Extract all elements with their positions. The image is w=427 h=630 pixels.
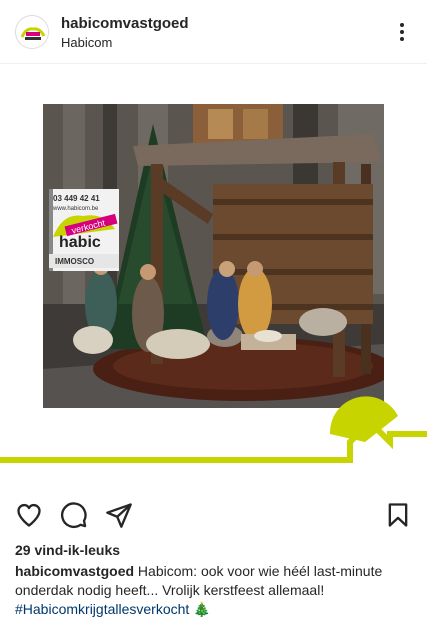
- header-username[interactable]: habicomvastgoed: [61, 15, 189, 32]
- post-image[interactable]: 03 449 42 41 www.habicom.be habic verkoc…: [0, 64, 427, 490]
- profile-avatar[interactable]: [15, 15, 49, 49]
- caption-hashtag[interactable]: #Habicomkrijgtallesverkocht: [15, 601, 189, 617]
- send-icon[interactable]: [105, 501, 133, 529]
- tree-emoji-icon: 🎄: [193, 601, 211, 617]
- post-header: habicomvastgoed Habicom: [0, 0, 427, 64]
- comment-icon[interactable]: [60, 501, 88, 529]
- habicom-logo-icon: [17, 17, 48, 48]
- caption-username[interactable]: habicomvastgoed: [15, 563, 134, 579]
- header-subtitle[interactable]: Habicom: [61, 35, 112, 50]
- habicom-house-graphic: [0, 396, 427, 463]
- post-actions: [0, 496, 427, 536]
- likes-count[interactable]: 29 vind-ik-leuks: [15, 542, 120, 558]
- post-caption: habicomvastgoed Habicom: ook voor wie hé…: [15, 562, 415, 619]
- bookmark-icon[interactable]: [384, 501, 412, 529]
- heart-icon[interactable]: [15, 501, 43, 529]
- more-vertical-icon[interactable]: [390, 20, 414, 44]
